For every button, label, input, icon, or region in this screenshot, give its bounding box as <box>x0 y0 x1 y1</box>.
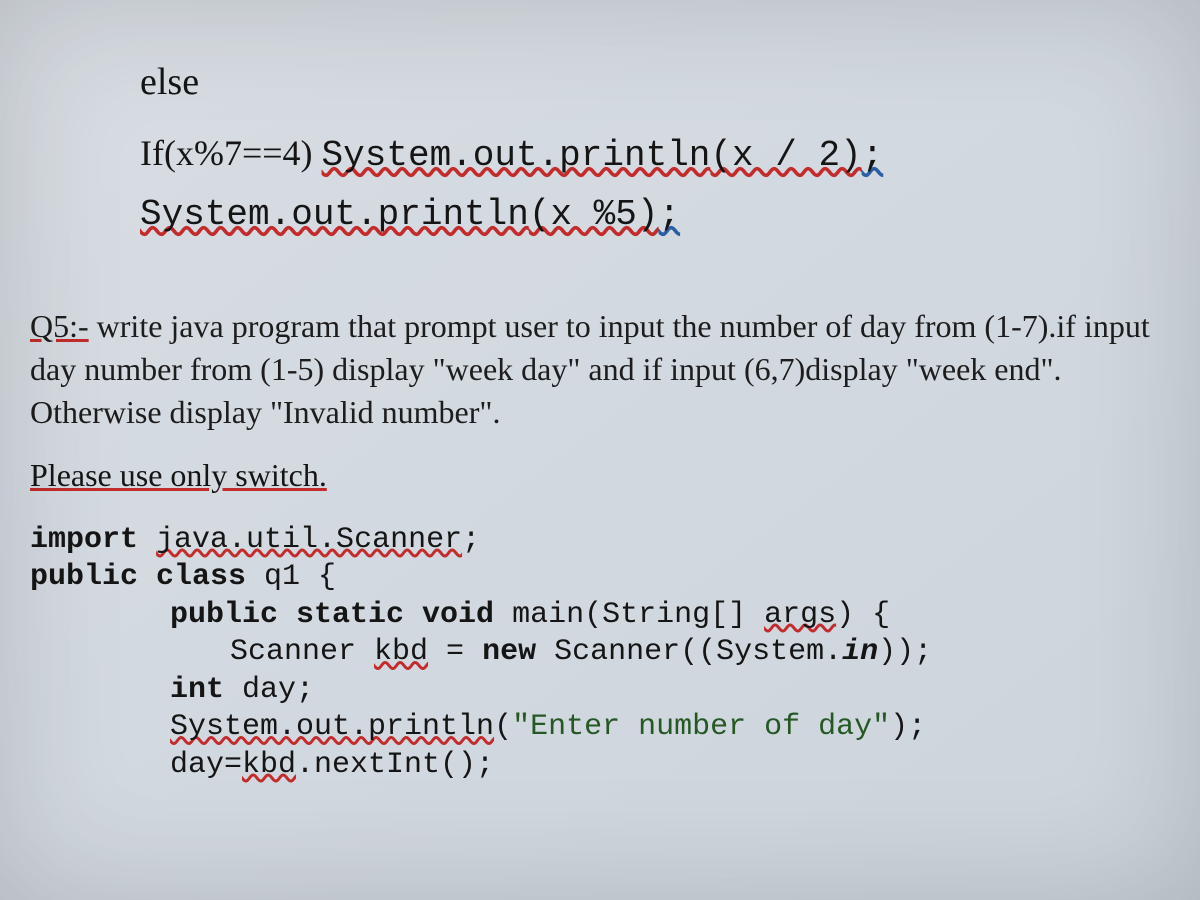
scanner-type: Scanner <box>230 635 374 669</box>
println-call-2b: (x %5) <box>529 194 659 235</box>
main-sig-b: ) { <box>836 598 890 632</box>
println-enter-b: ( <box>494 710 512 744</box>
println-enter-a: System.out.println <box>170 710 494 744</box>
java-line-println: System.out.println("Enter number of day"… <box>170 709 1180 747</box>
assign-eq: = <box>428 635 482 669</box>
import-semi: ; <box>462 523 480 557</box>
string-literal-enter: "Enter number of day" <box>512 710 890 744</box>
kw-int: int <box>170 673 242 707</box>
document-page: else If(x%7==4) System.out.println(x / 2… <box>0 0 1200 804</box>
kw-psv: public static void <box>170 598 512 632</box>
question-5-text: Q5:- write java program that prompt user… <box>30 305 1180 435</box>
println-call-1b: (x / 2) <box>710 135 861 176</box>
println-call-1a: System.out.println <box>322 135 711 176</box>
java-line-main: public static void main(String[] args) { <box>170 597 1180 635</box>
if-condition-text: If(x%7==4) <box>140 133 322 173</box>
import-path: java.util.Scanner <box>156 523 462 557</box>
java-line-class: public class q1 { <box>30 559 1180 597</box>
scanner-ctor-a: Scanner((System. <box>554 635 842 669</box>
java-code-block: import java.util.Scanner; public class q… <box>30 522 1180 785</box>
code-line-print: System.out.println(x %5); <box>140 194 1180 235</box>
code-line-if: If(x%7==4) System.out.println(x / 2); <box>140 132 1180 176</box>
semicolon-2: ; <box>659 194 681 235</box>
java-line-nextint: day=kbd.nextInt(); <box>170 747 1180 785</box>
kw-public-class: public class <box>30 560 264 594</box>
day-assign: day= <box>170 748 242 782</box>
else-keyword: else <box>140 60 1180 104</box>
question-5-body: write java program that prompt user to i… <box>30 308 1150 430</box>
question-5-label: Q5:- <box>30 308 89 344</box>
java-line-scanner: Scanner kbd = new Scanner((System.in)); <box>230 634 1180 672</box>
kw-import: import <box>30 523 156 557</box>
kw-new: new <box>482 635 554 669</box>
switch-instruction: Please use only switch. <box>30 457 1180 494</box>
code-snippet-top: else If(x%7==4) System.out.println(x / 2… <box>140 60 1180 235</box>
nextint-call: .nextInt(); <box>296 748 494 782</box>
java-line-intday: int day; <box>170 672 1180 710</box>
kbd-ref: kbd <box>242 748 296 782</box>
main-sig-a: main(String[] <box>512 598 764 632</box>
system-in: in <box>842 635 878 669</box>
scanner-ctor-b: )); <box>878 635 932 669</box>
java-line-import: import java.util.Scanner; <box>30 522 1180 560</box>
var-day: day; <box>242 673 314 707</box>
println-call-2a: System.out.println <box>140 194 529 235</box>
semicolon-1: ; <box>862 135 884 176</box>
main-args: args <box>764 598 836 632</box>
question-5-block: Q5:- write java program that prompt user… <box>30 305 1180 435</box>
scanner-var: kbd <box>374 635 428 669</box>
println-enter-c: ); <box>890 710 926 744</box>
class-name: q1 { <box>264 560 336 594</box>
